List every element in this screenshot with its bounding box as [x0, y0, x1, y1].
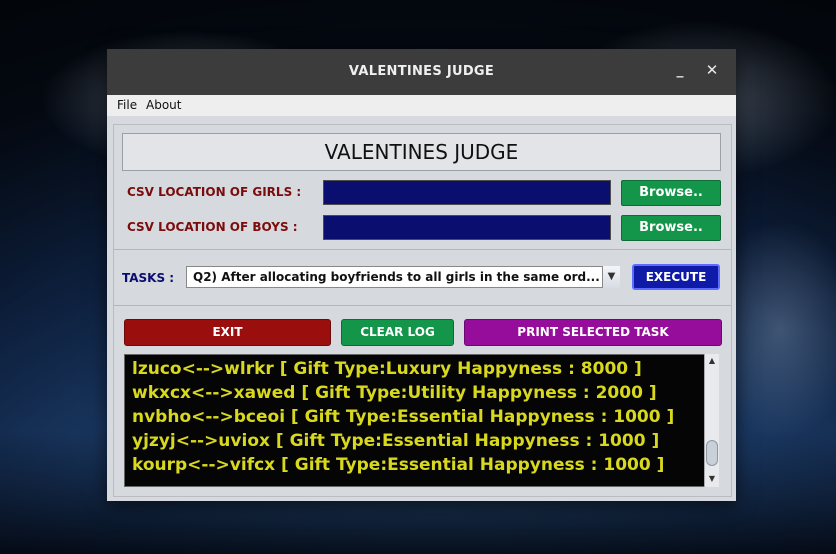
clear-log-button[interactable]: CLEAR LOG: [341, 319, 454, 346]
exit-button[interactable]: EXIT: [124, 319, 331, 346]
divider: [114, 249, 731, 250]
menu-about[interactable]: About: [146, 98, 181, 112]
scroll-up-icon[interactable]: ▲: [707, 356, 717, 366]
log-scrollbar[interactable]: ▲ ▼: [704, 354, 719, 487]
print-selected-task-button[interactable]: PRINT SELECTED TASK: [464, 319, 722, 346]
log-line: nvbho<-->bceoi [ Gift Type:Essential Hap…: [132, 407, 675, 427]
log-line: yjzyj<-->uviox [ Gift Type:Essential Hap…: [132, 431, 660, 451]
app-heading: VALENTINES JUDGE: [122, 133, 721, 171]
app-window: VALENTINES JUDGE _ ✕ File About VALENTIN…: [107, 49, 736, 501]
menu-bar: File About: [107, 95, 736, 116]
boys-csv-label: CSV LOCATION OF BOYS :: [127, 220, 298, 234]
window-title: VALENTINES JUDGE: [348, 64, 495, 79]
girls-browse-button[interactable]: Browse..: [621, 180, 721, 206]
chevron-down-icon[interactable]: ▼: [602, 266, 620, 288]
scroll-thumb[interactable]: [706, 440, 718, 466]
log-output[interactable]: lzuco<-->wlrkr [ Gift Type:Luxury Happyn…: [124, 354, 716, 487]
divider: [114, 305, 731, 306]
scroll-down-icon[interactable]: ▼: [707, 474, 717, 484]
close-button[interactable]: ✕: [704, 61, 720, 81]
boys-browse-button[interactable]: Browse..: [621, 215, 721, 241]
title-bar[interactable]: VALENTINES JUDGE _ ✕: [107, 49, 736, 95]
main-panel: VALENTINES JUDGE CSV LOCATION OF GIRLS :…: [113, 124, 732, 497]
log-line: wkxcx<-->xawed [ Gift Type:Utility Happy…: [132, 383, 657, 403]
log-line: kourp<-->vifcx [ Gift Type:Essential Hap…: [132, 455, 665, 475]
boys-csv-field[interactable]: [323, 215, 611, 240]
tasks-label: TASKS :: [122, 271, 175, 285]
minimize-button[interactable]: _: [672, 62, 688, 80]
girls-csv-field[interactable]: [323, 180, 611, 205]
girls-csv-label: CSV LOCATION OF GIRLS :: [127, 185, 302, 199]
log-line: lzuco<-->wlrkr [ Gift Type:Luxury Happyn…: [132, 359, 642, 379]
task-select[interactable]: Q2) After allocating boyfriends to all g…: [186, 266, 620, 288]
execute-button[interactable]: EXECUTE: [632, 264, 720, 290]
menu-file[interactable]: File: [117, 98, 137, 112]
